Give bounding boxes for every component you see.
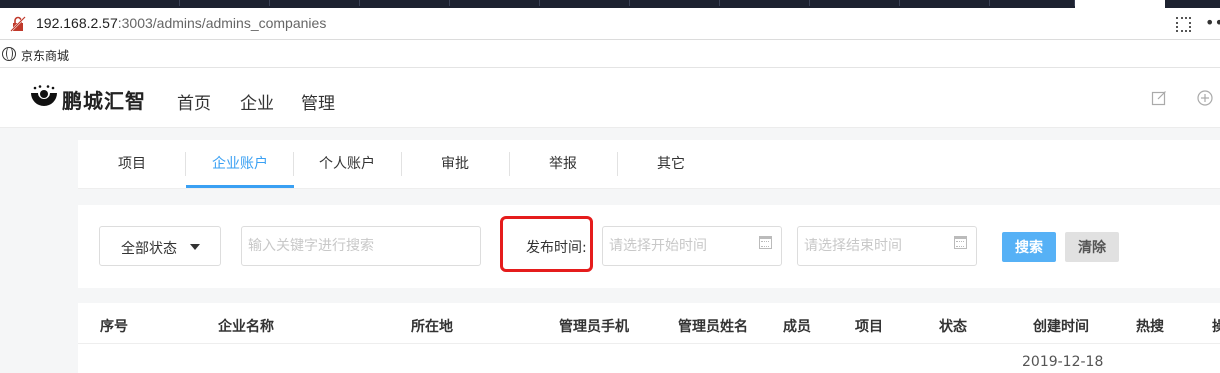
column-header-actions: 操	[1212, 319, 1220, 335]
browser-tab-active[interactable]	[1075, 0, 1165, 8]
url-host: 192.168.2.57	[36, 15, 118, 31]
url-text[interactable]: 192.168.2.57:3003/admins/admins_companie…	[36, 15, 326, 31]
address-bar[interactable]: 192.168.2.57:3003/admins/admins_companie…	[0, 8, 1220, 40]
status-select-value: 全部状态	[121, 241, 177, 257]
tab-report[interactable]: 举报	[528, 140, 598, 188]
start-date-input[interactable]	[602, 226, 782, 266]
column-header-created-time: 创建时间	[1033, 319, 1089, 335]
nav-enterprise[interactable]: 企业	[240, 89, 274, 114]
browser-tab[interactable]	[270, 0, 360, 6]
browser-tab[interactable]	[180, 0, 270, 6]
tab-projects[interactable]: 项目	[108, 140, 156, 188]
keyword-search-input[interactable]	[241, 226, 481, 266]
nav-home[interactable]: 首页	[177, 89, 211, 114]
browser-tab[interactable]	[450, 0, 540, 6]
add-circle-icon[interactable]	[1197, 90, 1213, 106]
nav-manage[interactable]: 管理	[301, 89, 335, 114]
not-secure-icon[interactable]	[10, 16, 26, 32]
column-header-location: 所在地	[411, 319, 453, 335]
browser-tab[interactable]	[360, 0, 450, 6]
highlight-annotation-box	[500, 216, 593, 272]
tab-divider	[509, 152, 510, 176]
browser-tab[interactable]	[990, 0, 1075, 6]
browser-tab[interactable]	[540, 0, 630, 6]
browser-tab[interactable]	[900, 0, 990, 6]
tab-personal-accounts[interactable]: 个人账户	[302, 140, 392, 188]
clear-button[interactable]: 清除	[1065, 232, 1119, 262]
edit-icon[interactable]	[1151, 90, 1167, 106]
column-header-status: 状态	[939, 319, 967, 335]
tab-divider	[401, 152, 402, 176]
calendar-icon	[759, 236, 772, 249]
url-path: :3003/admins/admins_companies	[117, 15, 327, 31]
browser-tab[interactable]	[720, 0, 810, 6]
brand-logo-icon	[31, 85, 57, 106]
table-cell-created-time: 2019-12-18	[1022, 354, 1104, 370]
column-header-admin-phone: 管理员手机	[559, 319, 629, 335]
tab-other[interactable]: 其它	[636, 140, 706, 188]
column-header-projects: 项目	[855, 319, 883, 335]
column-header-members: 成员	[783, 319, 811, 335]
tab-divider	[617, 152, 618, 176]
brand-name[interactable]: 鹏城汇智	[62, 85, 146, 114]
caret-down-icon	[190, 244, 200, 250]
column-header-admin-name: 管理员姓名	[678, 319, 748, 335]
tab-divider	[185, 152, 186, 176]
tab-enterprise-accounts[interactable]: 企业账户	[186, 140, 294, 188]
tab-approval[interactable]: 审批	[420, 140, 490, 188]
browser-tab[interactable]	[810, 0, 900, 6]
column-header-company-name: 企业名称	[218, 319, 274, 335]
search-button[interactable]: 搜索	[1002, 232, 1056, 262]
browser-tab-strip	[0, 0, 1220, 8]
tab-divider	[293, 152, 294, 176]
end-date-input[interactable]	[797, 226, 977, 266]
bookmark-jd[interactable]: 京东商城	[21, 47, 69, 64]
browser-tab[interactable]	[90, 0, 180, 6]
qr-code-icon[interactable]	[1176, 17, 1191, 32]
more-icon[interactable]: •••	[1205, 13, 1220, 32]
active-tab-indicator	[186, 185, 294, 188]
app-header: 鹏城汇智 首页 企业 管理	[0, 68, 1220, 128]
column-header-index: 序号	[100, 319, 128, 335]
globe-icon	[2, 47, 16, 61]
table-header-divider	[78, 343, 1220, 344]
column-header-hot-search: 热搜	[1136, 319, 1164, 335]
bookmarks-bar: 京东商城	[0, 40, 1220, 68]
calendar-icon	[954, 236, 967, 249]
status-select[interactable]: 全部状态	[99, 226, 221, 266]
browser-tab[interactable]	[630, 0, 720, 6]
